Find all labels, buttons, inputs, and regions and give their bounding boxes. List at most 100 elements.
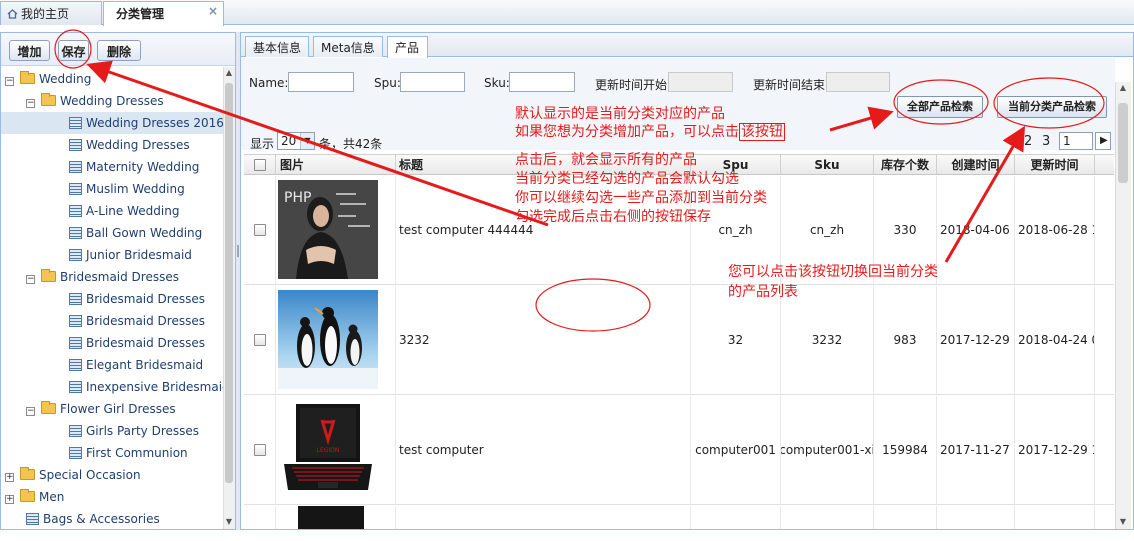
leaf-icon: [69, 293, 82, 305]
collapse-icon[interactable]: −: [26, 99, 35, 108]
scroll-down-icon[interactable]: ▼: [1117, 517, 1129, 526]
tree-node-wedding-dresses[interactable]: − Wedding Dresses: [26, 90, 164, 112]
stock-cell: 983: [874, 286, 937, 394]
leaf-icon: [69, 205, 82, 217]
annotation-text-part: 如果您想为分类增加产品，可以点击: [515, 124, 739, 140]
row-checkbox[interactable]: [253, 444, 266, 456]
add-button[interactable]: 增加: [9, 40, 50, 61]
tab-basic-info[interactable]: 基本信息: [245, 36, 309, 57]
table-row[interactable]: LEGION test computer computer001 compute…: [244, 396, 1114, 505]
folder-icon: [41, 401, 56, 414]
tree-leaf[interactable]: A-Line Wedding: [69, 200, 179, 222]
tree-leaf[interactable]: Bridesmaid Dresses: [69, 310, 205, 332]
created-cell: 2018-04-06 0: [937, 176, 1015, 284]
row-checkbox[interactable]: [253, 334, 266, 346]
tree-leaf[interactable]: Wedding Dresses: [69, 134, 190, 156]
pager-show-label: 显示: [250, 137, 275, 151]
home-icon: [7, 9, 18, 19]
updated-end-input[interactable]: [826, 72, 890, 92]
tab-category-management[interactable]: 分类管理 ×: [103, 1, 224, 26]
image-cell: [276, 286, 396, 394]
tree-leaf[interactable]: Bridesmaid Dresses: [69, 288, 205, 310]
tree-leaf[interactable]: Junior Bridesmaid: [69, 244, 192, 266]
updated-start-input[interactable]: [668, 72, 733, 92]
current-category-search-button[interactable]: 当前分类产品检索: [997, 96, 1107, 118]
sku-cell: computer001-xi: [781, 396, 874, 504]
title-cell: [396, 506, 691, 529]
delete-button[interactable]: 删除: [97, 40, 141, 61]
tree-leaf[interactable]: Wedding Dresses 2016: [1, 112, 223, 134]
tree-leaf[interactable]: Maternity Wedding: [69, 156, 199, 178]
name-input[interactable]: [288, 72, 354, 92]
expand-icon[interactable]: +: [5, 473, 14, 482]
page-size-select[interactable]: 20 ▼: [277, 132, 315, 150]
tree-leaf[interactable]: Muslim Wedding: [69, 178, 185, 200]
select-all-checkbox[interactable]: [253, 159, 266, 171]
tree-scroll-thumb[interactable]: [225, 83, 233, 483]
table-row[interactable]: [244, 506, 1114, 529]
page-link-2[interactable]: 2: [1024, 134, 1032, 149]
category-tree: − Wedding − Wedding Dresses Wedding Dresse…: [1, 67, 223, 529]
col-stock[interactable]: 库存个数: [874, 155, 937, 175]
collapse-icon[interactable]: −: [26, 407, 35, 416]
tab-products[interactable]: 产品: [387, 36, 428, 58]
product-image: [298, 506, 364, 529]
col-created[interactable]: 创建时间: [937, 155, 1015, 175]
tree-leaf[interactable]: Bridesmaid Dresses: [69, 332, 205, 354]
collapse-icon[interactable]: −: [5, 77, 14, 86]
save-button[interactable]: 保存: [58, 40, 89, 61]
row-checkbox-cell: [244, 176, 276, 284]
scroll-down-icon[interactable]: ▼: [223, 517, 235, 526]
tree-node-bridesmaid-dresses[interactable]: − Bridesmaid Dresses: [26, 266, 179, 288]
tree-leaf[interactable]: Ball Gown Wedding: [69, 222, 202, 244]
detail-tabs: 基本信息 Meta信息 产品: [241, 33, 1133, 58]
spu-cell: 32: [691, 286, 781, 394]
tree-node-men[interactable]: + Men: [5, 486, 64, 508]
chevron-down-icon[interactable]: ▼: [300, 133, 314, 149]
collapse-icon[interactable]: −: [26, 275, 35, 284]
scroll-up-icon[interactable]: ▲: [223, 68, 235, 77]
created-cell: [937, 506, 1015, 529]
row-checkbox-cell: [244, 396, 276, 504]
top-tab-bar: 我的主页 分类管理 ×: [0, 0, 1134, 26]
tree-node-bags-accessories[interactable]: Bags & Accessories: [26, 508, 160, 529]
tab-meta-info[interactable]: Meta信息: [313, 36, 383, 57]
tree-node-special-occasion[interactable]: + Special Occasion: [5, 464, 141, 486]
close-icon[interactable]: ×: [208, 4, 218, 18]
tree-leaf[interactable]: First Communion: [69, 442, 188, 464]
col-updated[interactable]: 更新时间: [1015, 155, 1095, 175]
leaf-icon: [69, 139, 82, 151]
col-image[interactable]: 图片: [276, 155, 396, 175]
page-link-3[interactable]: 3: [1042, 134, 1050, 149]
sku-label: Sku:: [484, 76, 510, 90]
tree-node-wedding[interactable]: − Wedding: [5, 68, 91, 90]
grid-scroll-thumb[interactable]: [1118, 103, 1128, 183]
category-tree-panel: 增加 保存 删除 − Wedding − Wedding Dresses Weddi…: [0, 32, 236, 530]
svg-text:PHP: PHP: [284, 190, 311, 206]
leaf-icon: [69, 183, 82, 195]
annotation-text: 您可以点击该按钮切换回当前分类: [728, 264, 938, 280]
sku-input[interactable]: [509, 72, 575, 92]
current-page-input[interactable]: 1: [1059, 132, 1093, 150]
tree-node-flower-girl-dresses[interactable]: − Flower Girl Dresses: [26, 398, 176, 420]
expand-icon[interactable]: +: [5, 495, 14, 504]
spu-input[interactable]: [400, 72, 465, 92]
leaf-icon: [69, 227, 82, 239]
sku-cell: [781, 506, 874, 529]
pager-summary: 条，共42条: [319, 137, 383, 151]
tree-leaf[interactable]: Girls Party Dresses: [69, 420, 199, 442]
leaf-icon: [26, 513, 39, 525]
tree-leaf[interactable]: Elegant Bridesmaid: [69, 354, 203, 376]
annotation-text: 如果您想为分类增加产品，可以点击 该按钮: [515, 123, 785, 141]
table-row[interactable]: 3232 32 3232 983 2017-12-29 1 2018-04-24…: [244, 286, 1114, 395]
col-sku[interactable]: Sku: [781, 155, 874, 175]
scroll-up-icon[interactable]: ▲: [1117, 83, 1129, 92]
row-checkbox[interactable]: [253, 224, 266, 236]
updated-cell: 2018-06-28 1: [1015, 176, 1095, 284]
tree-leaf[interactable]: Inexpensive Bridesmaid: [69, 376, 223, 398]
all-products-search-button[interactable]: 全部产品检索: [897, 96, 983, 118]
tab-home[interactable]: 我的主页: [0, 1, 102, 25]
next-page-icon[interactable]: ▶: [1095, 132, 1111, 150]
folder-icon: [20, 489, 35, 502]
leaf-icon: [69, 249, 82, 261]
